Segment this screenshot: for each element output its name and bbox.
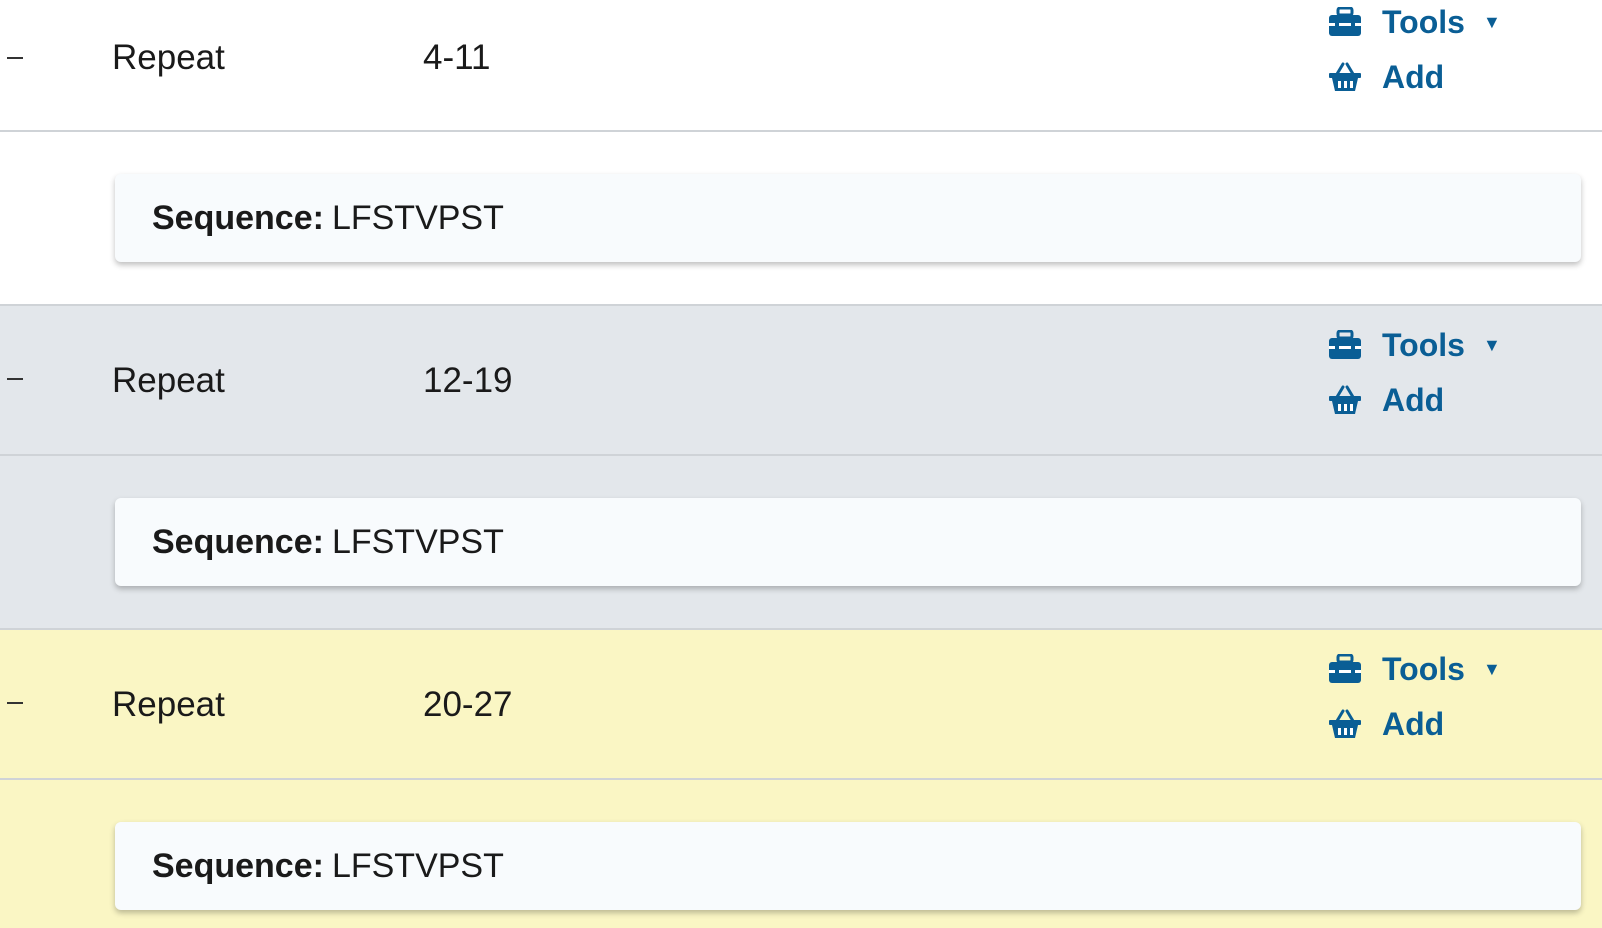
caret-down-icon: ▼	[1482, 658, 1501, 679]
sequence-label: Sequence:	[152, 522, 324, 561]
tools-label: Tools	[1382, 650, 1465, 687]
tools-dropdown-button[interactable]: Tools ▼	[1328, 325, 1501, 365]
sequence-label: Sequence:	[152, 198, 324, 237]
minus-icon[interactable]	[7, 378, 23, 380]
add-label: Add	[1382, 58, 1445, 95]
toolbox-icon	[1328, 329, 1362, 360]
sequence-label: Sequence:	[152, 846, 324, 885]
add-button[interactable]: Add	[1328, 380, 1444, 420]
caret-down-icon: ▼	[1482, 334, 1501, 355]
tools-label: Tools	[1382, 326, 1465, 363]
add-button[interactable]: Add	[1328, 704, 1444, 744]
feature-range: 4-11	[423, 38, 491, 77]
tools-dropdown-button[interactable]: Tools ▼	[1328, 649, 1501, 689]
feature-type: Repeat	[112, 685, 225, 724]
minus-icon[interactable]	[7, 57, 23, 59]
sequence-value: LFSTVPST	[331, 846, 504, 885]
basket-icon	[1328, 385, 1362, 415]
repeats-list: Repeat 4-11 Tools ▼ Add Sequence: LFSTVPST Re…	[0, 0, 1602, 928]
sequence-card: Sequence: LFSTVPST	[115, 174, 1581, 262]
feature-type: Repeat	[112, 361, 225, 400]
add-button[interactable]: Add	[1328, 57, 1444, 97]
feature-range: 12-19	[423, 361, 513, 400]
add-label: Add	[1382, 381, 1445, 418]
feature-type: Repeat	[112, 38, 225, 77]
basket-icon	[1328, 709, 1362, 739]
sequence-card: Sequence: LFSTVPST	[115, 498, 1581, 586]
add-label: Add	[1382, 705, 1445, 742]
feature-range: 20-27	[423, 685, 513, 724]
sequence-value: LFSTVPST	[331, 198, 504, 237]
sequence-card: Sequence: LFSTVPST	[115, 822, 1581, 910]
toolbox-icon	[1328, 6, 1362, 37]
sequence-value: LFSTVPST	[331, 522, 504, 561]
caret-down-icon: ▼	[1482, 11, 1501, 32]
minus-icon[interactable]	[7, 702, 23, 704]
toolbox-icon	[1328, 653, 1362, 684]
tools-dropdown-button[interactable]: Tools ▼	[1328, 2, 1501, 42]
basket-icon	[1328, 62, 1362, 92]
tools-label: Tools	[1382, 3, 1465, 40]
